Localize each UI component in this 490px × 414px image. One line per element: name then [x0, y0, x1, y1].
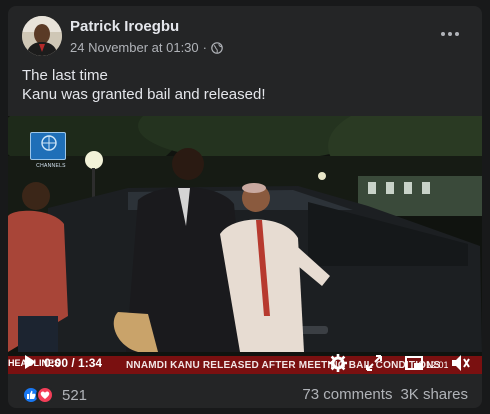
picture-in-picture-icon[interactable] [404, 353, 424, 373]
play-icon[interactable] [22, 354, 38, 370]
globe-icon [211, 41, 223, 54]
post-stats: 73 comments 3K shares [302, 386, 468, 403]
comments-link[interactable]: 73 comments [302, 386, 392, 403]
post-text-line-2: Kanu was granted bail and released! [22, 86, 266, 103]
post-text: The last time Kanu was granted bail and … [22, 66, 266, 104]
video-player[interactable]: CHANNELS HEADLINES NNAMDI KANU RELEASED … [8, 116, 482, 374]
volume-icon[interactable] [450, 353, 470, 373]
love-icon [36, 386, 54, 404]
video-frame [8, 116, 482, 374]
settings-icon[interactable] [328, 353, 348, 373]
post-card: Patrick Iroegbu 24 November at 01:30 · T… [8, 6, 482, 408]
post-header: Patrick Iroegbu 24 November at 01:30 · [22, 16, 468, 60]
video-controls: 0:00 / 1:34 [8, 352, 482, 374]
post-text-line-1: The last time [22, 67, 108, 84]
channel-logo: CHANNELS [30, 132, 66, 169]
reaction-count: 521 [62, 386, 88, 404]
post-timestamp[interactable]: 24 November at 01:30 [70, 40, 199, 55]
post-meta: 24 November at 01:30 · [70, 40, 223, 55]
more-options-icon[interactable] [438, 24, 462, 44]
reactions-summary[interactable]: 521 [22, 386, 87, 404]
fullscreen-icon[interactable] [364, 353, 384, 373]
shares-link[interactable]: 3K shares [400, 386, 468, 403]
author-name[interactable]: Patrick Iroegbu [70, 18, 179, 35]
author-avatar[interactable] [22, 16, 62, 56]
video-time: 0:00 / 1:34 [44, 356, 103, 370]
post-footer: 521 73 comments 3K shares [22, 386, 468, 406]
meta-separator: · [202, 40, 207, 55]
channel-logo-text: CHANNELS [36, 163, 66, 169]
